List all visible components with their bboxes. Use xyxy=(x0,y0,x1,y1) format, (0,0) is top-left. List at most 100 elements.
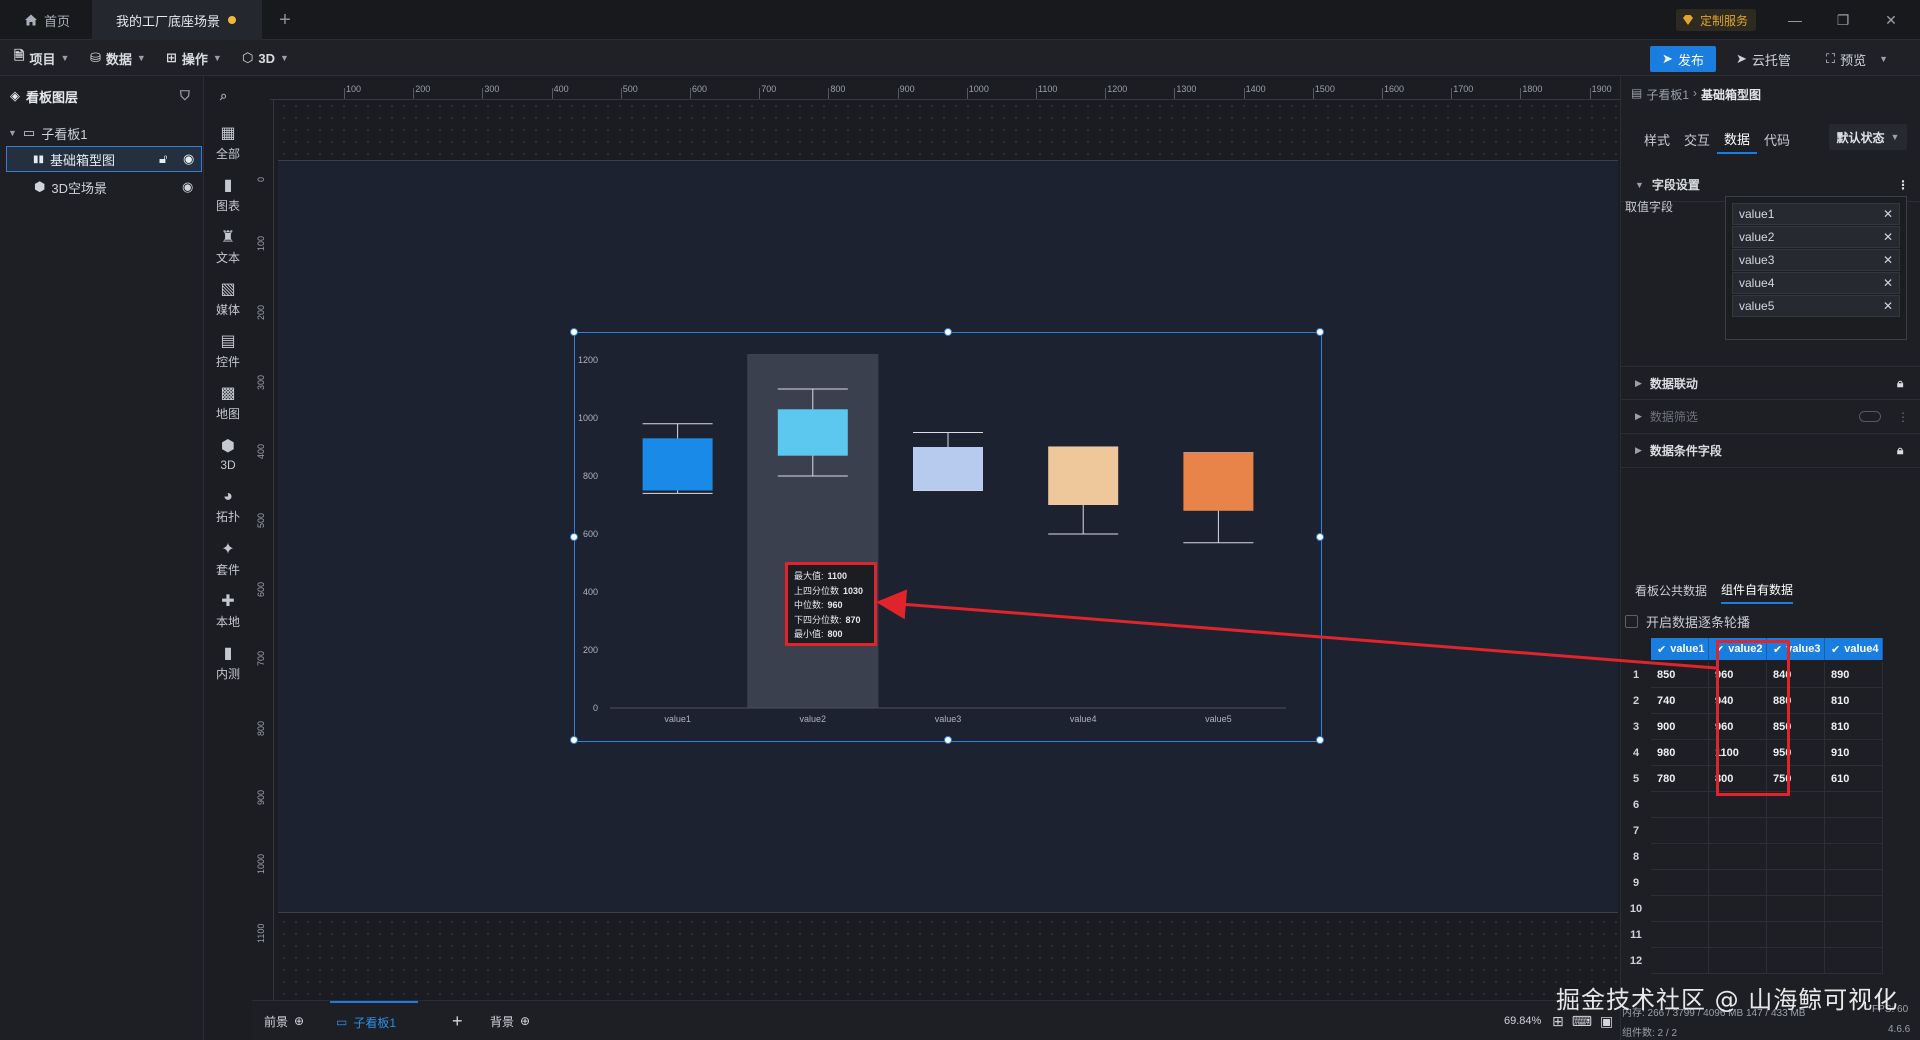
console-icon[interactable]: ▣ xyxy=(1600,1013,1613,1030)
layer-item-board[interactable]: ▼ ▭ 子看板1 xyxy=(6,120,204,146)
filter-icon[interactable]: ⛉ xyxy=(180,88,190,104)
grid-cell[interactable] xyxy=(1651,818,1709,844)
restore-icon[interactable]: ❐ xyxy=(1828,8,1858,32)
resize-handle[interactable] xyxy=(1316,533,1324,541)
tab-0[interactable]: 样式 xyxy=(1637,124,1677,154)
grid-cell[interactable] xyxy=(1651,870,1709,896)
field-list[interactable]: value1 ✕ value2 ✕ value3 ✕ value4 ✕ value5 ✕ xyxy=(1725,196,1907,340)
menu-data[interactable]: ⛁ 数据 ▼ xyxy=(90,40,146,76)
grid-cell[interactable]: 910 xyxy=(1825,740,1883,766)
resize-handle[interactable] xyxy=(570,328,578,336)
grid-cell[interactable] xyxy=(1767,948,1825,974)
grid-cell[interactable] xyxy=(1651,792,1709,818)
grid-cell[interactable]: 850 xyxy=(1651,662,1709,688)
component-category-5[interactable]: ▩ 地图 xyxy=(204,376,252,428)
data-tab-1[interactable]: 组件自有数据 xyxy=(1721,576,1794,604)
grid-cell[interactable] xyxy=(1709,870,1767,896)
eye-icon[interactable]: ◉ xyxy=(183,151,194,167)
preview-button[interactable]: ⛶ 预览 ▼ xyxy=(1826,46,1888,72)
data-tab-0[interactable]: 看板公共数据 xyxy=(1635,576,1707,604)
carousel-option[interactable]: 开启数据逐条轮播 xyxy=(1625,612,1750,631)
foreground-button[interactable]: 前景 ⊕ xyxy=(264,1001,304,1040)
field-chip[interactable]: value4 ✕ xyxy=(1732,272,1900,294)
component-category-10[interactable]: ▮ 内测 xyxy=(204,636,252,688)
grid-cell[interactable]: 810 xyxy=(1825,714,1883,740)
grid-cell[interactable] xyxy=(1651,922,1709,948)
custom-service-button[interactable]: 定制服务 xyxy=(1676,9,1757,31)
component-category-7[interactable]: ◕ 拓扑 xyxy=(204,480,252,532)
grid-cell[interactable] xyxy=(1767,844,1825,870)
resize-handle[interactable] xyxy=(570,533,578,541)
grid-cell[interactable] xyxy=(1709,818,1767,844)
grid-cell[interactable] xyxy=(1709,844,1767,870)
grid-cell[interactable] xyxy=(1767,922,1825,948)
component-category-6[interactable]: ⬢ 3D xyxy=(204,428,252,480)
toggle-switch[interactable] xyxy=(1859,411,1881,422)
check-icon[interactable]: ✔ xyxy=(1657,643,1666,656)
more-icon[interactable]: ⋮ xyxy=(1897,178,1909,192)
grid-cell[interactable] xyxy=(1825,896,1883,922)
background-button[interactable]: 背景 ⊕ xyxy=(490,1001,530,1040)
section-data-condition[interactable]: ▶ 数据条件字段 🔒︎ xyxy=(1621,434,1920,468)
unlock-icon[interactable]: 🔓︎ xyxy=(159,151,167,167)
grid-cell[interactable] xyxy=(1825,870,1883,896)
lock-icon[interactable]: 🔒︎ xyxy=(1897,376,1903,391)
lock-icon[interactable]: 🔒︎ xyxy=(1897,443,1903,458)
check-icon[interactable]: ✔ xyxy=(1831,643,1840,656)
resize-handle[interactable] xyxy=(944,736,952,744)
add-board-button[interactable]: + xyxy=(452,1001,463,1040)
component-category-9[interactable]: ✚ 本地 xyxy=(204,584,252,636)
close-icon[interactable]: ✕ xyxy=(1876,8,1906,32)
grid-cell[interactable] xyxy=(1767,870,1825,896)
section-data-link[interactable]: ▶ 数据联动 🔒︎ xyxy=(1621,366,1920,400)
grid-cell[interactable] xyxy=(1767,818,1825,844)
component-category-8[interactable]: ✦ 套件 xyxy=(204,532,252,584)
eye-off-icon[interactable]: ◉ xyxy=(182,179,193,195)
board-tab[interactable]: ▭ 子看板1 xyxy=(330,1001,419,1040)
grid-cell[interactable] xyxy=(1709,948,1767,974)
breadcrumb-parent[interactable]: 子看板1 xyxy=(1646,86,1689,103)
grid-cell[interactable]: 980 xyxy=(1651,740,1709,766)
more-icon[interactable]: ⋮ xyxy=(1897,410,1909,424)
grid-cell[interactable] xyxy=(1709,896,1767,922)
carousel-checkbox[interactable] xyxy=(1625,615,1638,628)
component-category-2[interactable]: ♜ 文本 xyxy=(204,220,252,272)
grid-header-value1[interactable]: ✔ value1 xyxy=(1651,638,1709,660)
grid-cell[interactable]: 610 xyxy=(1825,766,1883,792)
layer-item-boxplot[interactable]: ▮▮ 基础箱型图 🔓︎ ◉ xyxy=(6,146,202,172)
tab-home[interactable]: 首页 xyxy=(0,0,92,40)
grid-cell[interactable] xyxy=(1651,844,1709,870)
resize-handle[interactable] xyxy=(1316,328,1324,336)
add-circle-icon[interactable]: ⊕ xyxy=(294,1014,304,1028)
add-circle-icon[interactable]: ⊕ xyxy=(520,1014,530,1028)
grid-cell[interactable]: 740 xyxy=(1651,688,1709,714)
remove-icon[interactable]: ✕ xyxy=(1883,299,1893,313)
menu-3d[interactable]: ⬡ 3D ▼ xyxy=(242,40,289,76)
component-category-4[interactable]: ▤ 控件 xyxy=(204,324,252,376)
grid-cell[interactable] xyxy=(1825,948,1883,974)
section-data-filter[interactable]: ▶ 数据筛选 ⋮ xyxy=(1621,400,1920,434)
component-category-0[interactable]: ▦ 全部 xyxy=(204,116,252,168)
keyboard-icon[interactable]: ⌨ xyxy=(1572,1013,1592,1030)
minimize-icon[interactable]: — xyxy=(1780,8,1810,32)
selection-frame[interactable] xyxy=(570,328,1324,744)
fit-screen-icon[interactable]: ⊞ xyxy=(1552,1013,1564,1030)
field-chip[interactable]: value2 ✕ xyxy=(1732,226,1900,248)
menu-operation[interactable]: ⊞ 操作 ▼ xyxy=(166,40,222,76)
menu-project[interactable]: 🗎 项目 ▼ xyxy=(14,40,69,76)
grid-cell[interactable]: 810 xyxy=(1825,688,1883,714)
field-chip[interactable]: value1 ✕ xyxy=(1732,203,1900,225)
remove-icon[interactable]: ✕ xyxy=(1883,230,1893,244)
remove-icon[interactable]: ✕ xyxy=(1883,253,1893,267)
grid-cell[interactable] xyxy=(1767,896,1825,922)
layer-item-3d-scene[interactable]: ⬢ 3D空场景 ◉ xyxy=(6,174,204,200)
tab-3[interactable]: 代码 xyxy=(1757,124,1797,154)
remove-icon[interactable]: ✕ xyxy=(1883,276,1893,290)
field-chip[interactable]: value3 ✕ xyxy=(1732,249,1900,271)
grid-cell[interactable] xyxy=(1709,922,1767,948)
grid-cell[interactable] xyxy=(1825,792,1883,818)
grid-cell[interactable] xyxy=(1651,896,1709,922)
grid-cell[interactable] xyxy=(1825,844,1883,870)
chevron-down-icon[interactable]: ▼ xyxy=(8,128,17,138)
tab-scene[interactable]: 我的工厂底座场景 xyxy=(92,0,262,40)
